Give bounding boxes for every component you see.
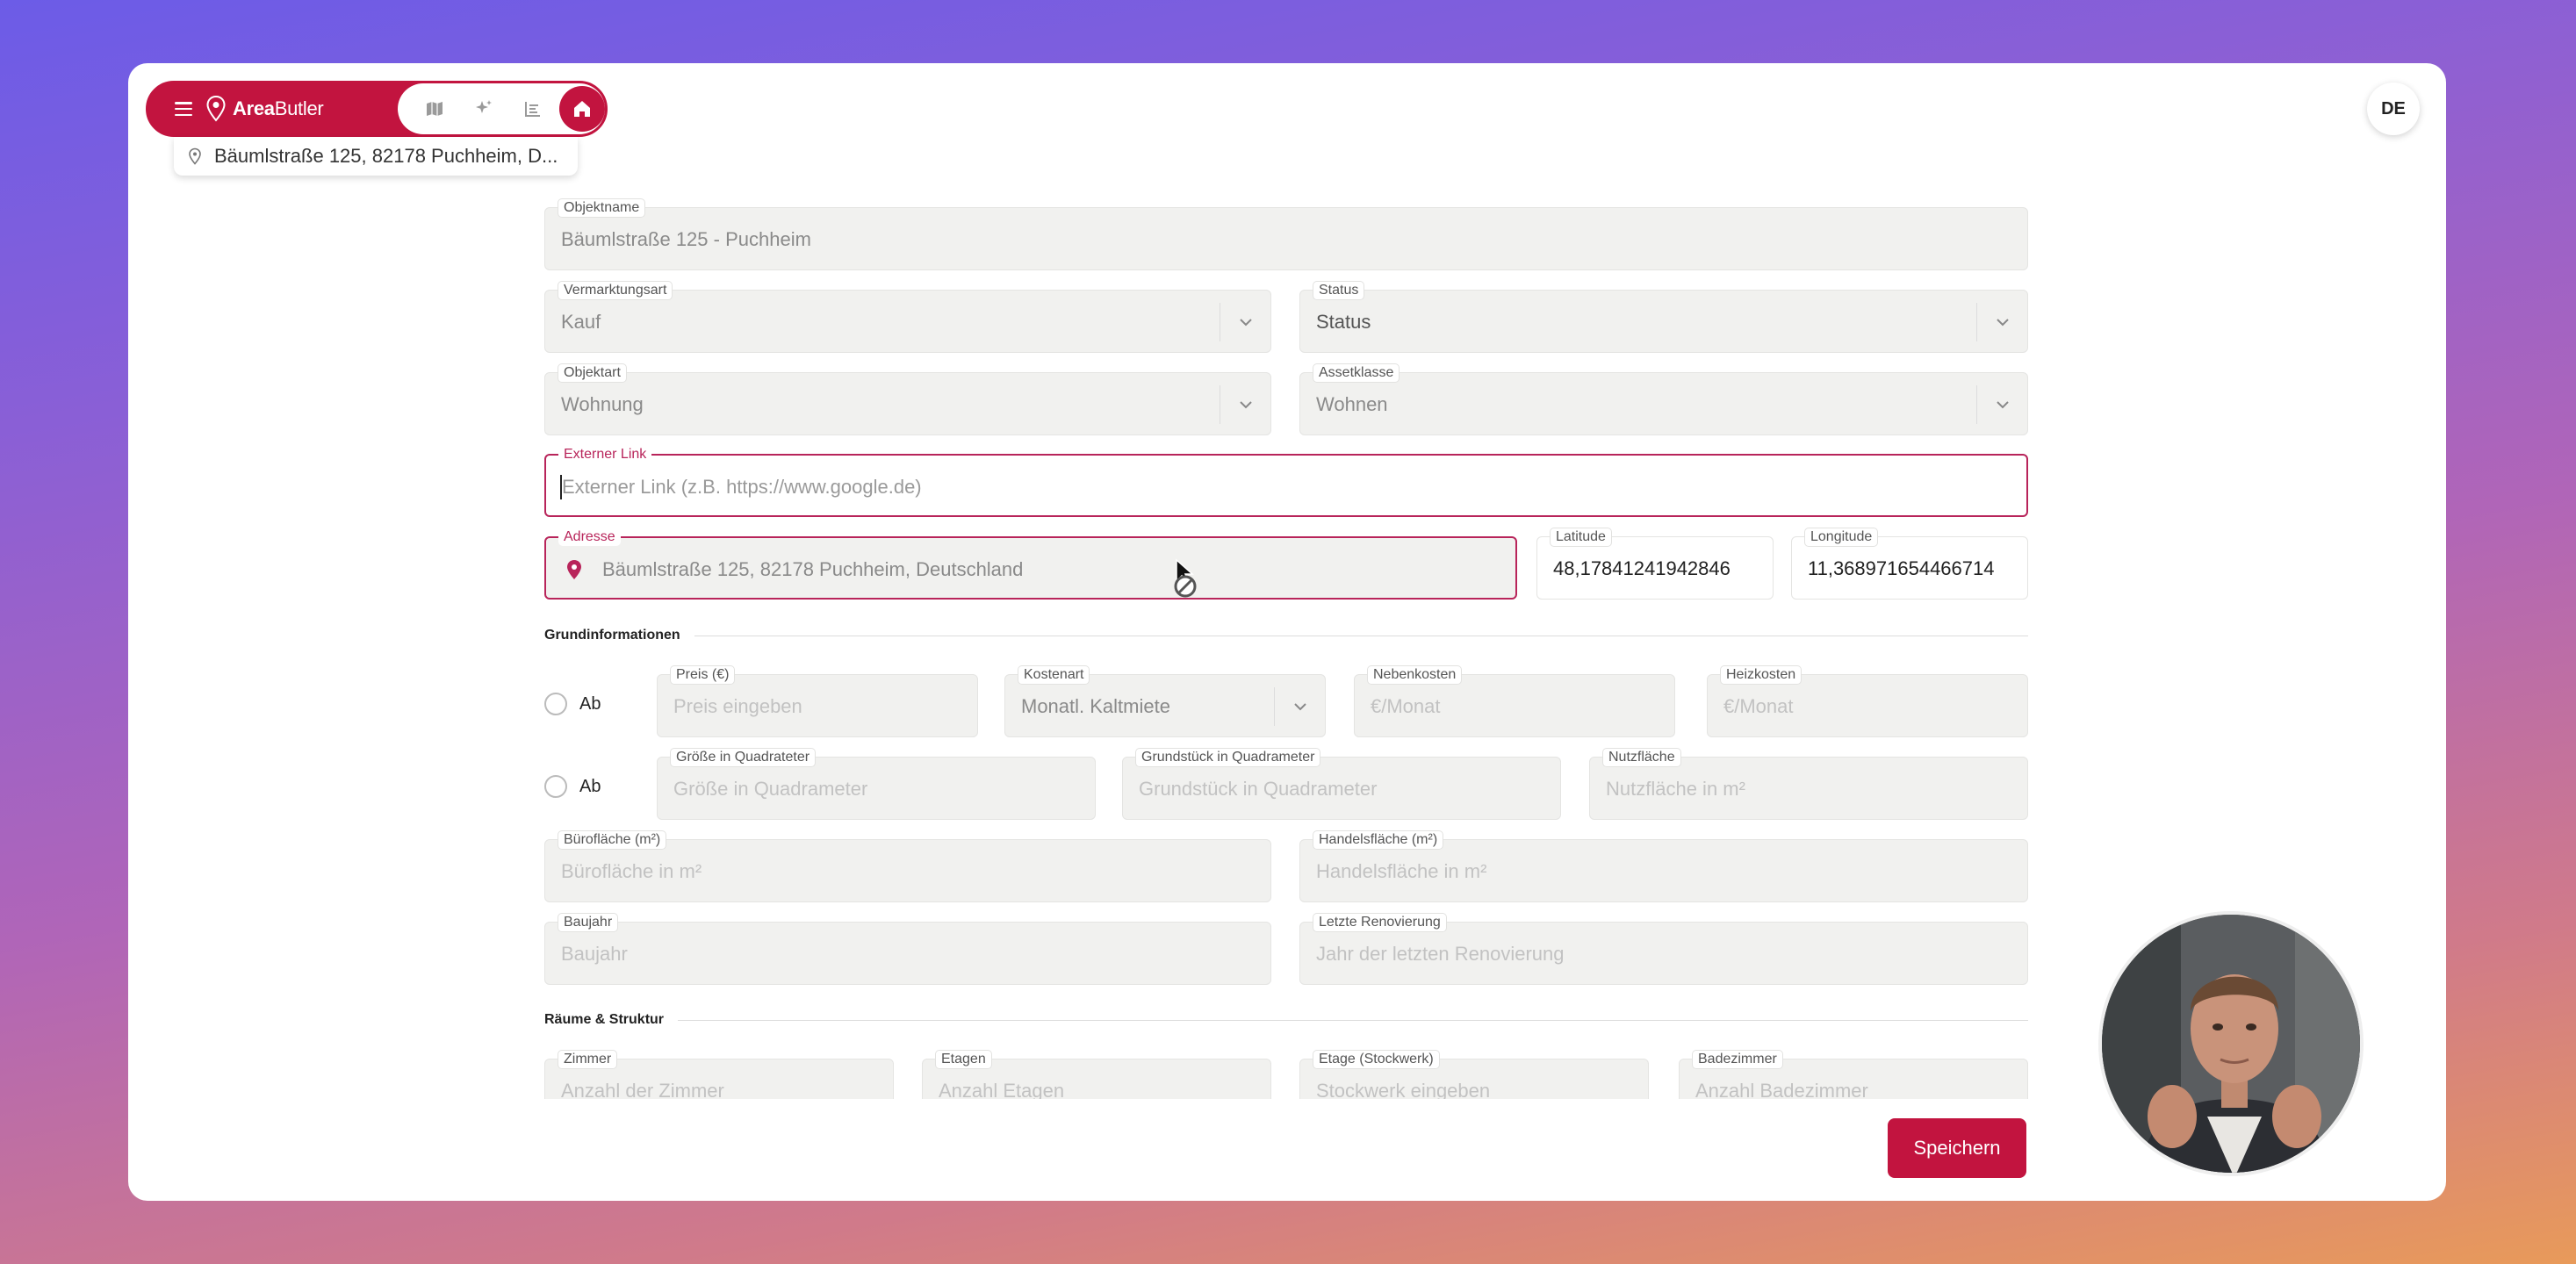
objektname-value: Bäumlstraße 125 - Puchheim xyxy=(561,228,811,250)
objektname-field[interactable]: Objektname Bäumlstraße 125 - Puchheim xyxy=(544,198,2028,270)
etagen-input[interactable]: Etagen Anzahl Etagen xyxy=(922,1050,1271,1099)
brand-name: AreaButler xyxy=(233,97,324,119)
address-chip[interactable]: Bäumlstraße 125, 82178 Puchheim, D... xyxy=(174,137,578,176)
ab-size-checkbox[interactable]: Ab xyxy=(544,775,601,798)
zimmer-input[interactable]: Zimmer Anzahl der Zimmer xyxy=(544,1050,894,1099)
chevron-down-icon xyxy=(1976,385,2027,424)
kostenart-select[interactable]: Kostenart Monatl. Kaltmiete xyxy=(1004,665,1326,737)
badezimmer-input[interactable]: Badezimmer Anzahl Badezimmer xyxy=(1679,1050,2028,1099)
presenter-figure xyxy=(2102,915,2360,1173)
brand: AreaButler xyxy=(148,83,398,134)
webcam-overlay xyxy=(2098,911,2364,1176)
bueroflaeche-placeholder: Bürofläche in m² xyxy=(561,860,702,882)
renovierung-placeholder: Jahr der letzten Renovierung xyxy=(1316,943,1565,965)
grundstueck-placeholder: Grundstück in Quadrameter xyxy=(1139,778,1378,800)
section-raeume-struktur: Räume & Struktur xyxy=(544,1011,2028,1029)
chevron-down-icon xyxy=(1220,385,1270,424)
language-button[interactable]: DE xyxy=(2367,83,2420,135)
location-pin-icon xyxy=(189,147,201,165)
chevron-down-icon xyxy=(1976,303,2027,341)
handelsflaeche-placeholder: Handelsfläche in m² xyxy=(1316,860,1487,882)
grundstueck-input[interactable]: Grundstück in Quadrameter Grundstück in … xyxy=(1122,748,1561,820)
objektart-select[interactable]: Objektart Wohnung xyxy=(544,363,1271,435)
hamburger-icon[interactable] xyxy=(175,102,192,116)
status-select[interactable]: Status Status xyxy=(1299,281,2028,353)
location-pin-icon xyxy=(567,560,581,579)
preis-placeholder: Preis eingeben xyxy=(673,695,802,717)
assetklasse-value: Wohnen xyxy=(1316,393,1388,415)
handelsflaeche-input[interactable]: Handelsfläche (m²) Handelsfläche in m² xyxy=(1299,830,2028,902)
ab-label: Ab xyxy=(579,776,601,796)
objektart-value: Wohnung xyxy=(561,393,644,415)
address-chip-text: Bäumlstraße 125, 82178 Puchheim, D... xyxy=(214,145,558,167)
checkbox-circle[interactable] xyxy=(544,693,567,715)
nebenkosten-input[interactable]: Nebenkosten €/Monat xyxy=(1354,665,1675,737)
map-icon[interactable] xyxy=(412,86,457,132)
ab-price-checkbox[interactable]: Ab xyxy=(544,693,601,715)
not-allowed-icon xyxy=(1174,575,1197,598)
renovierung-input[interactable]: Letzte Renovierung Jahr der letzten Reno… xyxy=(1299,913,2028,985)
chevron-down-icon xyxy=(1274,687,1325,726)
groesse-input[interactable]: Größe in Quadrateter Größe in Quadramete… xyxy=(657,748,1096,820)
latitude-input[interactable]: Latitude 48,17841241942846 xyxy=(1536,528,1774,600)
property-form: Objektname Bäumlstraße 125 - Puchheim Ve… xyxy=(544,63,2028,1099)
checkbox-circle[interactable] xyxy=(544,775,567,798)
vermarktungsart-select[interactable]: Vermarktungsart Kauf xyxy=(544,281,1271,353)
longitude-input[interactable]: Longitude 11,368971654466714 xyxy=(1791,528,2028,600)
save-button[interactable]: Speichern xyxy=(1888,1118,2026,1178)
bueroflaeche-input[interactable]: Bürofläche (m²) Bürofläche in m² xyxy=(544,830,1271,902)
heizkosten-placeholder: €/Monat xyxy=(1723,695,1794,717)
preis-input[interactable]: Preis (€) Preis eingeben xyxy=(657,665,978,737)
adresse-input[interactable]: Adresse Bäumlstraße 125, 82178 Puchheim,… xyxy=(544,528,1517,600)
latitude-value: 48,17841241942846 xyxy=(1553,557,1731,579)
stockwerk-input[interactable]: Etage (Stockwerk) Stockwerk eingeben xyxy=(1299,1050,1649,1099)
nebenkosten-placeholder: €/Monat xyxy=(1371,695,1441,717)
section-grundinformationen: Grundinformationen xyxy=(544,627,2028,644)
longitude-value: 11,368971654466714 xyxy=(1808,557,1995,579)
assetklasse-select[interactable]: Assetklasse Wohnen xyxy=(1299,363,2028,435)
adresse-value: Bäumlstraße 125, 82178 Puchheim, Deutsch… xyxy=(602,558,1024,580)
baujahr-placeholder: Baujahr xyxy=(561,943,628,965)
vermarktungsart-value: Kauf xyxy=(561,311,601,333)
nutzflaeche-placeholder: Nutzfläche in m² xyxy=(1606,778,1745,800)
sparkle-icon[interactable] xyxy=(461,86,507,132)
baujahr-input[interactable]: Baujahr Baujahr xyxy=(544,913,1271,985)
top-nav: AreaButler xyxy=(146,81,608,137)
section-title: Grundinformationen xyxy=(544,628,680,643)
etagen-placeholder: Anzahl Etagen xyxy=(939,1080,1065,1099)
nutzflaeche-input[interactable]: Nutzfläche Nutzfläche in m² xyxy=(1589,748,2028,820)
groesse-placeholder: Größe in Quadrameter xyxy=(673,778,868,800)
zimmer-placeholder: Anzahl der Zimmer xyxy=(561,1080,724,1099)
status-value: Status xyxy=(1316,311,1371,333)
logo-pin-icon xyxy=(206,96,226,122)
section-title: Räume & Struktur xyxy=(544,1012,665,1027)
stockwerk-placeholder: Stockwerk eingeben xyxy=(1316,1080,1491,1099)
badezimmer-placeholder: Anzahl Badezimmer xyxy=(1695,1080,1868,1099)
heizkosten-input[interactable]: Heizkosten €/Monat xyxy=(1707,665,2028,737)
ab-label: Ab xyxy=(579,693,601,714)
chevron-down-icon xyxy=(1220,303,1270,341)
externer-link-placeholder: Externer Link (z.B. https://www.google.d… xyxy=(562,476,922,498)
kostenart-value: Monatl. Kaltmiete xyxy=(1021,695,1170,717)
externer-link-input[interactable]: Externer Link Externer Link (z.B. https:… xyxy=(544,446,2028,517)
